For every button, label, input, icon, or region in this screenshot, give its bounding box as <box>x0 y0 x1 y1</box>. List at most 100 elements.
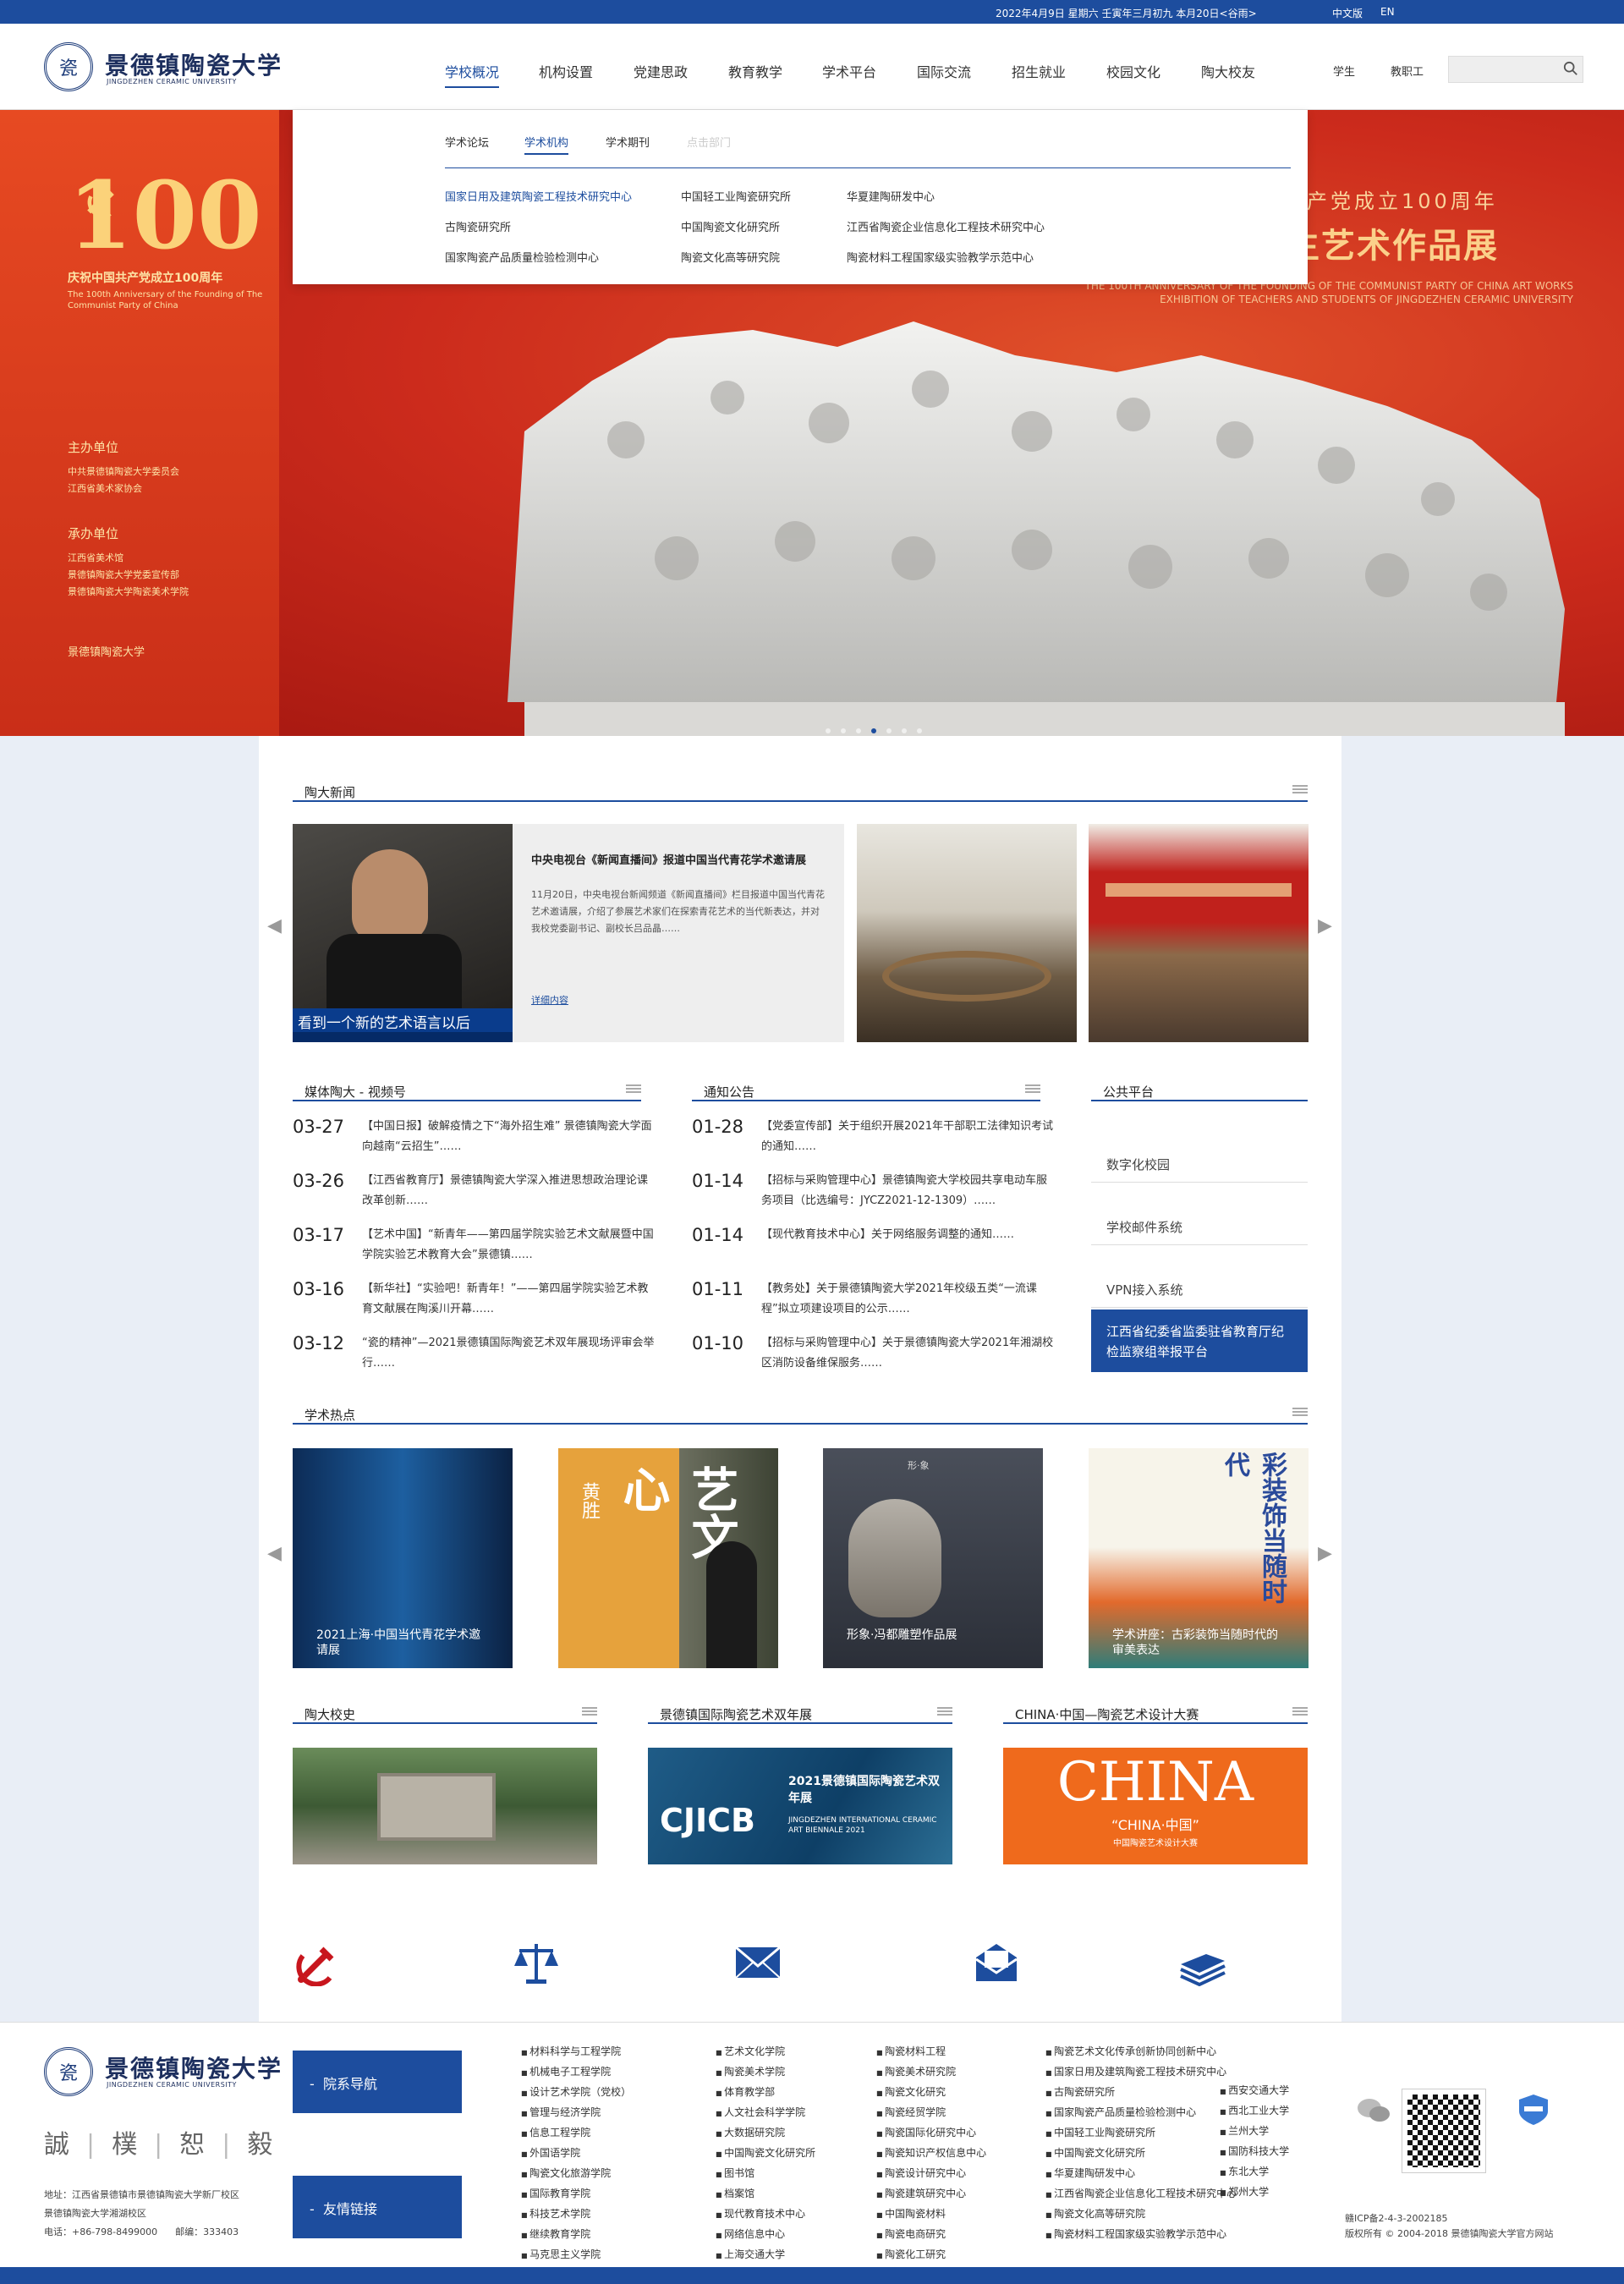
footer-link[interactable]: ■ 西安交通大学 <box>1220 2081 1289 2101</box>
china-banner[interactable]: CHINA “CHINA·中国” 中国陶瓷艺术设计大赛 <box>1003 1748 1308 1864</box>
meeting-photo-2[interactable] <box>1089 824 1309 1042</box>
footer-link[interactable]: ■ 档案馆 <box>716 2184 815 2204</box>
news-link[interactable]: 【现代教育技术中心】关于网络服务调整的通知…… <box>761 1225 1057 1245</box>
dd-item[interactable]: 江西省陶瓷企业信息化工程技术研究中心 <box>847 218 1045 234</box>
footer-link[interactable]: ■ 图书馆 <box>716 2164 815 2184</box>
history-title[interactable]: 陶大校史 <box>293 1705 355 1723</box>
footer-nav-links[interactable]: - 友情链接 <box>293 2176 462 2238</box>
footer-link[interactable]: ■ 陶瓷文化旅游学院 <box>521 2164 631 2184</box>
footer-link[interactable]: ■ 大数据研究院 <box>716 2123 815 2144</box>
public-item-digital-campus[interactable]: 数字化校园 <box>1091 1120 1308 1183</box>
next-arrow-icon[interactable]: ▶ <box>1318 1543 1332 1564</box>
biennale-banner[interactable]: CJICB 2021景德镇国际陶瓷艺术双年展 JINGDEZHEN INTERN… <box>648 1748 952 1864</box>
footer-link[interactable]: ■ 艺术文化学院 <box>716 2042 815 2062</box>
hot-poster-1[interactable]: 2021上海·中国当代青花学术邀请展 <box>293 1448 513 1668</box>
more-link[interactable]: 详细内容 <box>531 993 568 1007</box>
wechat-icon[interactable] <box>1357 2096 1391 2125</box>
footer-link[interactable]: ■ 外国语学院 <box>521 2144 631 2164</box>
nav-party[interactable]: 党建思政 <box>634 61 688 81</box>
books-icon[interactable] <box>1177 1939 1228 1986</box>
footer-link[interactable]: ■ 陶瓷文化高等研究院 <box>1045 2204 1237 2225</box>
footer-link[interactable]: ■ 郑州大学 <box>1220 2182 1289 2203</box>
discipline-scale-icon[interactable] <box>511 1939 562 1986</box>
news-link[interactable]: 【招标与采购管理中心】景德镇陶瓷大学校园共享电动车服务项目（比选编号：JYCZ2… <box>761 1171 1057 1211</box>
footer-link[interactable]: ■ 陶瓷文化研究 <box>876 2083 986 2103</box>
footer-link[interactable]: ■ 管理与经济学院 <box>521 2103 631 2123</box>
staff-link[interactable]: 教职工 <box>1391 63 1424 79</box>
footer-link[interactable]: ■ 科技艺术学院 <box>521 2204 631 2225</box>
mailbox-icon[interactable] <box>971 1939 1022 1986</box>
footer-link[interactable]: ■ 中国陶瓷材料 <box>876 2204 986 2225</box>
footer-link[interactable]: ■ 国防科技大学 <box>1220 2142 1289 2162</box>
footer-link[interactable]: ■ 陶瓷材料工程 <box>876 2042 986 2062</box>
footer-link[interactable]: ■ 机械电子工程学院 <box>521 2062 631 2083</box>
carousel-dot[interactable] <box>886 728 892 733</box>
footer-link[interactable]: ■ 陶瓷设计研究中心 <box>876 2164 986 2184</box>
footer-link[interactable]: ■ 陶瓷经贸学院 <box>876 2103 986 2123</box>
footer-link[interactable]: ■ 人文社会科学学院 <box>716 2103 815 2123</box>
party-building-icon[interactable] <box>293 1939 343 1986</box>
tv-news-image[interactable]: 看到一个新的艺术语言以后 <box>293 824 513 1042</box>
public-title[interactable]: 公共平台 <box>1091 1083 1154 1101</box>
footer-link[interactable]: ■ 马克思主义学院 <box>521 2245 631 2265</box>
china-title[interactable]: CHINA·中国—陶瓷艺术设计大赛 <box>1003 1705 1199 1723</box>
dd-item[interactable]: 国家陶瓷产品质量检验检测中心 <box>445 249 599 265</box>
feature-news-title[interactable]: 中央电视台《新闻直播间》报道中国当代青花学术邀请展 <box>531 851 827 867</box>
dd-item[interactable]: 中国轻工业陶瓷研究所 <box>681 188 791 204</box>
footer-nav-departments[interactable]: - 院系导航 <box>293 2051 462 2113</box>
footer-link[interactable]: ■ 兰州大学 <box>1220 2122 1289 2142</box>
footer-link[interactable]: ■ 中国轻工业陶瓷研究所 <box>1045 2123 1237 2144</box>
dd-tab-institutes[interactable]: 学术机构 <box>524 134 569 155</box>
menu-icon[interactable] <box>582 1707 597 1716</box>
logo-cn[interactable]: 景德镇陶瓷大学 <box>105 47 283 81</box>
nav-about[interactable]: 学校概况 <box>445 61 500 88</box>
carousel-dot[interactable] <box>856 728 861 733</box>
news-link[interactable]: “瓷的精神”—2021景德镇国际陶瓷艺术双年展现场评审会举行…… <box>362 1333 658 1374</box>
news-link[interactable]: 【江西省教育厅】景德镇陶瓷大学深入推进思想政治理论课改革创新…… <box>362 1171 658 1211</box>
footer-link[interactable]: ■ 材料科学与工程学院 <box>521 2042 631 2062</box>
carousel-dot[interactable] <box>826 728 831 733</box>
nav-campus-culture[interactable]: 校园文化 <box>1106 61 1160 81</box>
footer-link[interactable]: ■ 设计艺术学院（党校） <box>521 2083 631 2103</box>
nav-organization[interactable]: 机构设置 <box>539 61 593 81</box>
menu-icon[interactable] <box>1292 1707 1308 1716</box>
footer-link[interactable]: ■ 继续教育学院 <box>521 2225 631 2245</box>
footer-link[interactable]: ■ 国家日用及建筑陶瓷工程技术研究中心 <box>1045 2062 1237 2083</box>
next-arrow-icon[interactable]: ▶ <box>1318 915 1332 936</box>
carousel-dot[interactable] <box>902 728 907 733</box>
footer-link[interactable]: ■ 陶瓷材料工程国家级实验教学示范中心 <box>1045 2225 1237 2245</box>
footer-link[interactable]: ■ 陶瓷化工研究 <box>876 2245 986 2265</box>
footer-link[interactable]: ■ 国家陶瓷产品质量检验检测中心 <box>1045 2103 1237 2123</box>
university-seal-icon[interactable]: 瓷 <box>44 42 93 91</box>
footer-link[interactable]: ■ 陶瓷知识产权信息中心 <box>876 2144 986 2164</box>
prev-arrow-icon[interactable]: ◀ <box>267 1543 282 1564</box>
news-link[interactable]: 【招标与采购管理中心】关于景德镇陶瓷大学2021年湘湖校区消防设备维保服务…… <box>761 1333 1057 1374</box>
public-item-mail[interactable]: 学校邮件系统 <box>1091 1183 1308 1245</box>
news-link[interactable]: 【新华社】“实验吧！新青年！”——第四届学院实验艺术教育文献展在陶溪川开幕…… <box>362 1279 658 1320</box>
footer-link[interactable]: ■ 江西省陶瓷企业信息化工程技术研究中心 <box>1045 2184 1237 2204</box>
footer-link[interactable]: ■ 网络信息中心 <box>716 2225 815 2245</box>
dd-item[interactable]: 陶瓷材料工程国家级实验教学示范中心 <box>847 249 1034 265</box>
history-photo[interactable] <box>293 1748 597 1864</box>
weibo-badge-icon[interactable] <box>1517 2093 1550 2127</box>
media-title-b[interactable]: 视频号 <box>368 1084 406 1100</box>
menu-icon[interactable] <box>1025 1084 1040 1093</box>
nav-admission[interactable]: 招生就业 <box>1012 61 1066 81</box>
menu-icon[interactable] <box>937 1707 952 1716</box>
search-icon[interactable] <box>1563 61 1578 76</box>
hot-poster-2[interactable]: 艺文心 黄胜 <box>558 1448 778 1668</box>
footer-link[interactable]: ■ 上海交通大学 <box>716 2245 815 2265</box>
news-title[interactable]: 陶大新闻 <box>293 783 355 801</box>
lang-cn-link[interactable]: 中文版 <box>1332 6 1363 20</box>
footer-link[interactable]: ■ 西北工业大学 <box>1220 2101 1289 2122</box>
hot-title[interactable]: 学术热点 <box>293 1406 355 1424</box>
news-link[interactable]: 【教务处】关于景德镇陶瓷大学2021年校级五类“一流课程”拟立项建设项目的公示…… <box>761 1279 1057 1320</box>
prev-arrow-icon[interactable]: ◀ <box>267 915 282 936</box>
footer-link[interactable]: ■ 陶瓷美术学院 <box>716 2062 815 2083</box>
footer-link[interactable]: ■ 现代教育技术中心 <box>716 2204 815 2225</box>
media-title-a[interactable]: 媒体陶大 <box>304 1084 355 1100</box>
dd-tab-forum[interactable]: 学术论坛 <box>445 134 489 150</box>
notice-title[interactable]: 通知公告 <box>692 1083 754 1101</box>
public-item-report[interactable]: 江西省纪委省监委驻省教育厅纪检监察组举报平台 <box>1091 1309 1308 1372</box>
menu-icon[interactable] <box>626 1084 641 1093</box>
